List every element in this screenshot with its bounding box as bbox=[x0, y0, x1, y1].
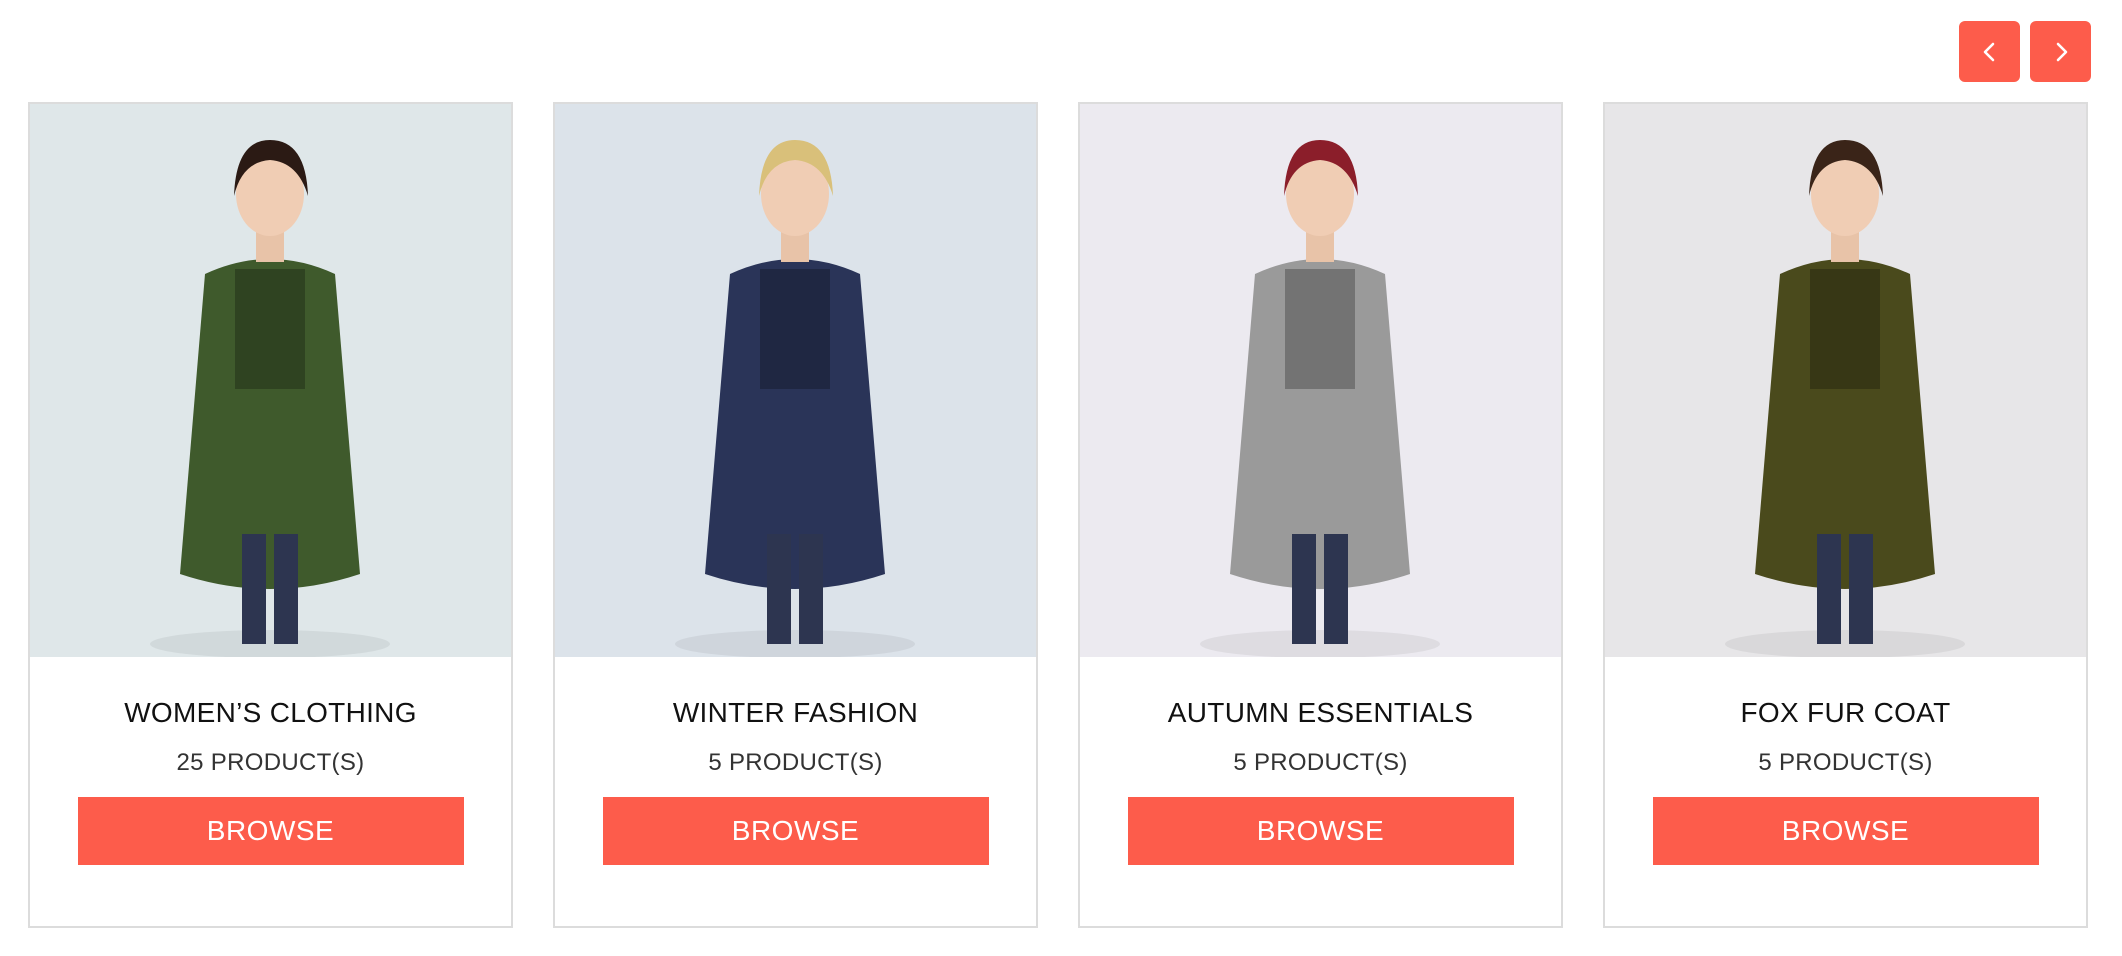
category-card: AUTUMN ESSENTIALS 5 PRODUCT(S) BROWSE bbox=[1078, 102, 1563, 928]
product-count: 5 PRODUCT(S) bbox=[1758, 749, 1933, 776]
category-image[interactable] bbox=[30, 104, 511, 657]
category-card: WOMEN’S CLOTHING 25 PRODUCT(S) BROWSE bbox=[28, 102, 513, 928]
category-image[interactable] bbox=[1080, 104, 1561, 657]
category-title[interactable]: WOMEN’S CLOTHING bbox=[124, 697, 417, 729]
browse-button[interactable]: BROWSE bbox=[602, 797, 989, 865]
browse-button[interactable]: BROWSE bbox=[77, 797, 464, 865]
product-count: 5 PRODUCT(S) bbox=[1233, 749, 1408, 776]
carousel-prev-button[interactable] bbox=[1959, 21, 2020, 82]
category-title[interactable]: FOX FUR COAT bbox=[1741, 697, 1951, 729]
chevron-left-icon bbox=[1983, 42, 1994, 61]
browse-button[interactable]: BROWSE bbox=[1127, 797, 1514, 865]
category-image[interactable] bbox=[555, 104, 1036, 657]
category-title[interactable]: AUTUMN ESSENTIALS bbox=[1168, 697, 1473, 729]
carousel-next-button[interactable] bbox=[2030, 21, 2091, 82]
category-card: WINTER FASHION 5 PRODUCT(S) BROWSE bbox=[553, 102, 1038, 928]
category-card: FOX FUR COAT 5 PRODUCT(S) BROWSE bbox=[1603, 102, 2088, 928]
browse-button[interactable]: BROWSE bbox=[1652, 797, 2039, 865]
category-image[interactable] bbox=[1605, 104, 2086, 657]
category-grid: WOMEN’S CLOTHING 25 PRODUCT(S) BROWSE WI… bbox=[28, 102, 2088, 928]
product-count: 5 PRODUCT(S) bbox=[708, 749, 883, 776]
product-count: 25 PRODUCT(S) bbox=[176, 749, 365, 776]
category-title[interactable]: WINTER FASHION bbox=[673, 697, 918, 729]
carousel-nav bbox=[1959, 21, 2091, 82]
chevron-right-icon bbox=[2056, 42, 2067, 61]
